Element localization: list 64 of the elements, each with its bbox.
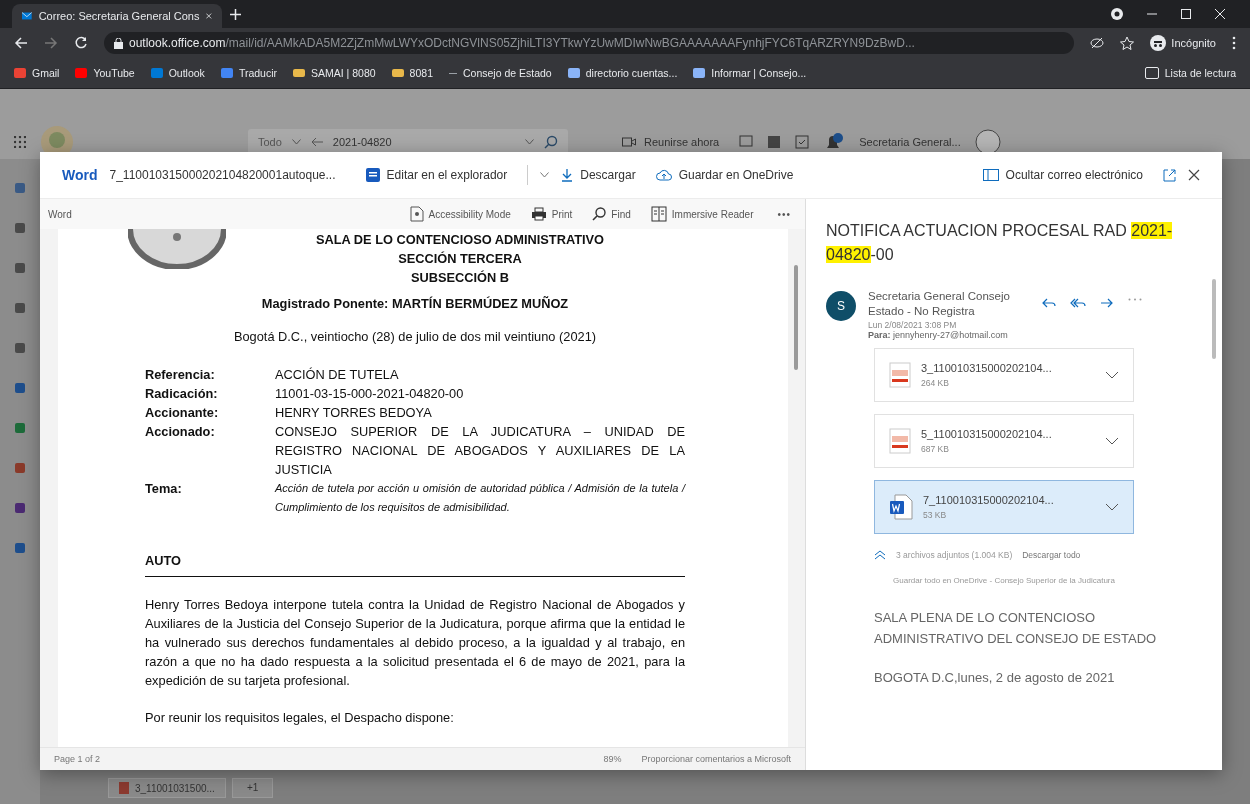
field-label: Referencia: xyxy=(145,366,216,384)
download-all-link[interactable]: Descargar todo xyxy=(1022,550,1081,560)
save-to-onedrive-button[interactable]: Guardar en OneDrive xyxy=(655,168,794,182)
address-field[interactable]: outlook.office.com/mail/id/AAMkADA5M2ZjZmMwLWYxODctNGVlNS05ZjhiLTI3YTkwYzUwMDIwNwBGAAAAAAAFynhjFYC6TqARZRYN9DzBwD... xyxy=(104,32,1075,54)
field-value: ACCIÓN DE TUTELA xyxy=(275,366,400,384)
bookmark[interactable]: directorio cuentas... xyxy=(567,67,678,79)
meet-now-button[interactable]: Reunirse ahora xyxy=(622,136,720,148)
document-paragraph: Por reunir los requisitos legales, el Despacho dispone: xyxy=(145,709,455,727)
more-attachments-badge[interactable]: +1 xyxy=(231,778,274,798)
field-value: CONSEJO SUPERIOR DE LA JUDICATURA – UNIDAD DE REGISTRO NACIONAL DE ABOGADOS Y AUXILIARES DE LA JUSTICIA xyxy=(275,423,685,479)
attachment-card[interactable]: 5_110010315000202104... 687 KB xyxy=(874,414,1134,468)
hide-email-button[interactable]: Ocultar correo electrónico xyxy=(982,168,1143,182)
account-name[interactable]: Secretaria General... xyxy=(859,136,961,148)
bookmark[interactable]: YouTube xyxy=(75,67,135,79)
attachment-card[interactable]: 3_110010315000202104... 264 KB xyxy=(874,348,1134,402)
recipient-label: Para: xyxy=(868,330,891,340)
field-label: Radicación: xyxy=(145,385,219,403)
print-button[interactable]: Print xyxy=(530,207,573,221)
bookmark[interactable]: Outlook xyxy=(150,67,205,79)
more-button[interactable]: ••• xyxy=(777,208,791,220)
file-name: 7_110010315000202104820001autoque... xyxy=(109,168,336,182)
feedback-link[interactable]: Proporcionar comentarios a Microsoft xyxy=(641,754,791,764)
document-heading: SUBSECCIÓN B xyxy=(409,269,511,287)
section-heading: AUTO xyxy=(145,553,685,577)
browser-tab[interactable]: Correo: Secretaria General Cons xyxy=(12,4,222,28)
field-value: HENRY TORRES BEDOYA xyxy=(275,404,433,422)
document-heading: SALA DE LO CONTENCIOSO ADMINISTRATIVO xyxy=(314,231,606,249)
bookmark[interactable]: Traducir xyxy=(220,67,277,79)
attachment-card[interactable]: 7_110010315000202104... 53 KB xyxy=(874,480,1134,534)
field-label: Accionado: xyxy=(145,423,216,441)
avatar: S xyxy=(826,291,856,321)
document-heading: SECCIÓN TERCERA xyxy=(397,250,523,268)
email-body-text: SALA PLENA DE LO CONTENCIOSO ADMINISTRATIVO DEL CONSEJO DE ESTADO xyxy=(874,609,1158,648)
zoom-level[interactable]: 89% xyxy=(603,754,622,764)
download-button[interactable]: Descargar xyxy=(561,168,636,182)
find-button[interactable]: Find xyxy=(592,207,631,221)
incognito-button[interactable]: Incógnito xyxy=(1150,35,1216,51)
field-value: 11001-03-15-000-2021-04820-00 xyxy=(275,385,465,403)
document-text: Magistrado Ponente: MARTÍN BERMÚDEZ MUÑOZ xyxy=(260,296,570,311)
viewer-label: Word xyxy=(48,208,72,220)
bookmark[interactable]: Informar | Consejo... xyxy=(693,67,807,79)
sender-name[interactable]: Secretaria General Consejo Estado - No Registra xyxy=(868,289,1028,319)
bookmark[interactable]: Gmail xyxy=(14,67,60,79)
edit-in-browser-button[interactable]: Editar en el explorador xyxy=(365,168,508,182)
immersive-reader-button[interactable]: Immersive Reader xyxy=(650,206,754,222)
email-subject: NOTIFICA ACTUACION PROCESAL RAD 2021-04820-00 xyxy=(826,221,1174,265)
sent-date: Lun 2/08/2021 3:08 PM xyxy=(868,320,958,330)
search-field[interactable]: Todo 2021-04820 xyxy=(248,129,568,155)
bookmark[interactable]: 8081 xyxy=(391,67,433,79)
attachment-summary: 3 archivos adjuntos (1.004 KB) xyxy=(896,550,1013,560)
document-text: Bogotá D.C., veintiocho (28) de julio de dos mil veintiuno (2021) xyxy=(232,329,598,344)
page-count: Page 1 of 2 xyxy=(54,754,101,764)
field-label: Accionante: xyxy=(145,404,220,422)
accessibility-mode-button[interactable]: Accessibility Mode xyxy=(409,206,511,222)
reading-list-button[interactable]: Lista de lectura xyxy=(1144,67,1236,79)
field-value: Acción de tutela por acción u omisión de autoridad pública / Admisión de la tutela / Cumplimiento de los requisitos de admisibilidad. xyxy=(275,481,685,515)
recipient-address: jennyhenry-27@hotmail.com xyxy=(893,330,1008,340)
document-paragraph: Henry Torres Bedoya interpone tutela contra la Unidad de Registro Nacional de Abogados y Auxiliares de la Justicia del Consejo Superior de la Judicatura, porque afirma que la entidad le ha vulnerado sus derechos fundamentales al debido proceso, a la igualdad y al trabajo, en razón a que no ha dado respuesta a la solicitud presentada el 6 de mayo de 2021, para la expedición de su tarjeta profesional. xyxy=(145,596,685,690)
app-name: Word xyxy=(62,167,98,183)
bookmark[interactable]: Consejo de Estado xyxy=(448,67,552,79)
email-body-text: BOGOTA D.C,lunes, 2 de agosto de 2021 xyxy=(874,669,1116,687)
field-label: Tema: xyxy=(145,480,183,498)
bookmark[interactable]: SAMAI | 8080 xyxy=(293,67,376,79)
attachment-chip[interactable]: 3_11001031500... xyxy=(108,778,226,798)
